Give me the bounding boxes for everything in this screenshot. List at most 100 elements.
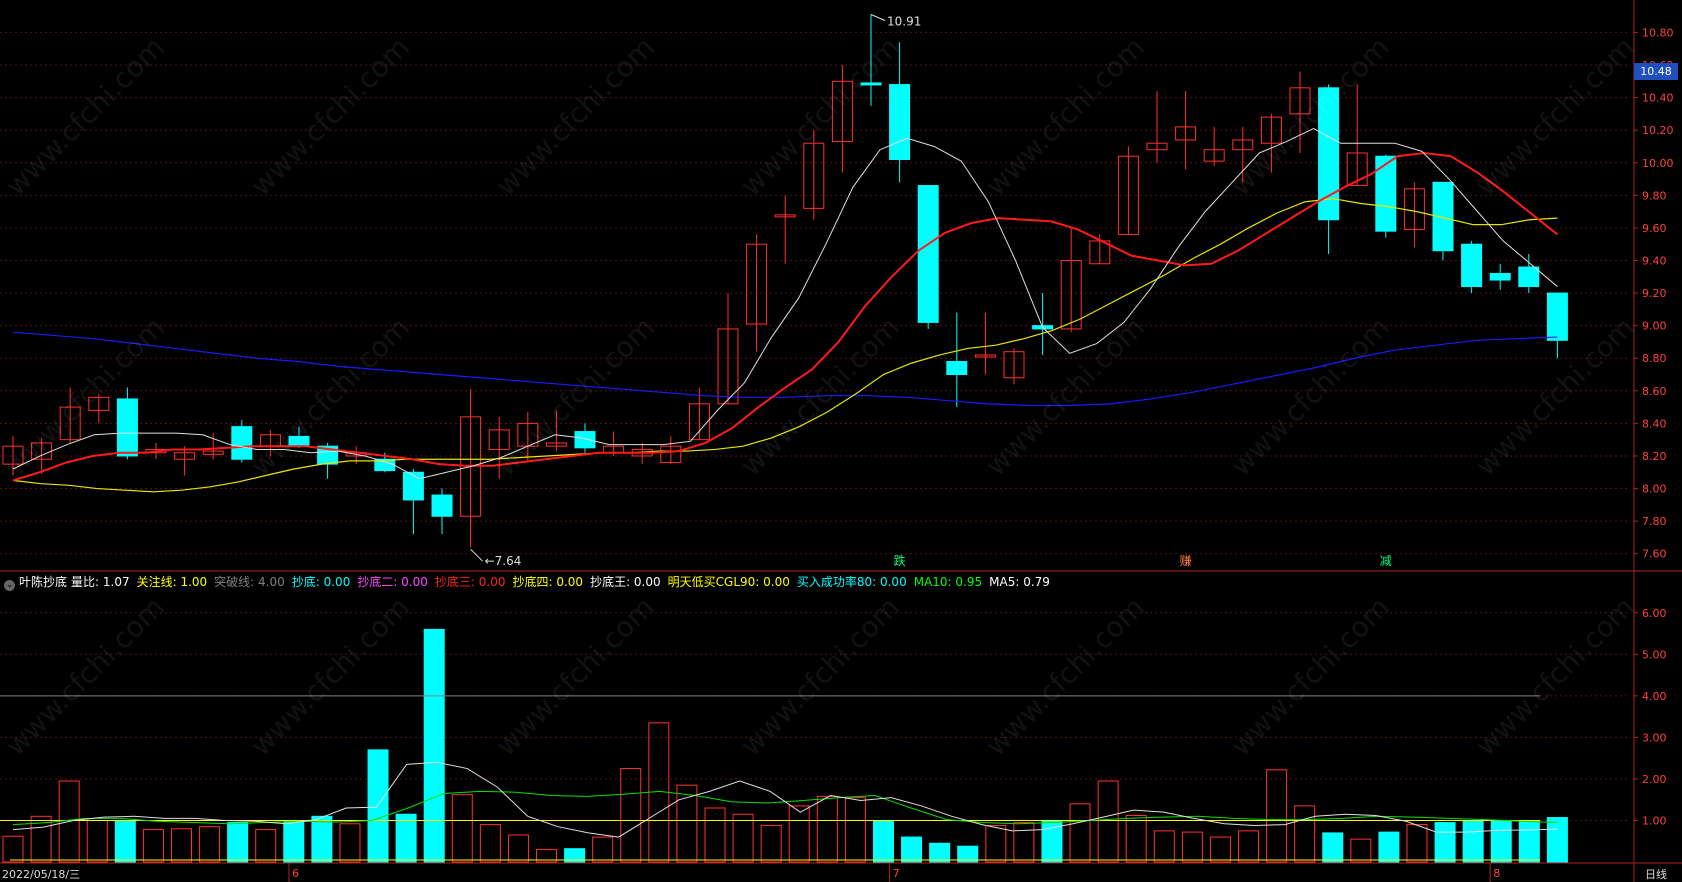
indicator-name: 叶陈抄底 [19, 575, 68, 589]
indicator-item: 抄底二: 0.00 [357, 575, 428, 589]
volume-bar [451, 794, 473, 863]
price-tick-label: 9.20 [1642, 287, 1667, 300]
volume-bar [929, 842, 951, 863]
price-tick-label: 7.60 [1642, 548, 1667, 561]
volume-bar [1097, 780, 1119, 863]
volume-group [2, 628, 1568, 863]
candle-body [231, 426, 253, 460]
volume-bar [1462, 820, 1484, 863]
volume-bar [142, 829, 164, 863]
volume-bar [592, 836, 614, 863]
volume-bar [620, 768, 642, 863]
volume-bar [423, 628, 445, 863]
volume-bar [255, 829, 277, 863]
volume-bar [1490, 819, 1512, 863]
volume-tick-label: 1.00 [1642, 814, 1667, 827]
low-pointer [470, 548, 483, 562]
price-tick-label: 9.40 [1642, 254, 1667, 267]
indicator-item: 抄底三: 0.00 [434, 575, 506, 589]
indicator-item: 买入成功率80: 0.00 [796, 575, 907, 589]
volume-bar [1546, 817, 1568, 863]
volume-bar [760, 824, 782, 863]
volume-bar [367, 749, 389, 863]
volume-bar [1406, 824, 1428, 863]
volume-bar [1013, 822, 1035, 863]
volume-bar [507, 834, 529, 863]
month-label: 6 [292, 867, 299, 880]
volume-bar [395, 813, 417, 863]
volume-bar [816, 795, 838, 863]
indicator-item: MA10: 0.95 [913, 575, 983, 589]
volume-bar [2, 835, 24, 863]
price-tick-label: 10.00 [1642, 157, 1674, 170]
volume-bar [901, 836, 923, 863]
vol-ma10-line [12, 790, 1558, 826]
volume-bar [199, 826, 221, 863]
candle-body [1518, 266, 1540, 288]
ma60-line [12, 331, 1558, 407]
volume-bar [1434, 822, 1456, 863]
candle-body [402, 471, 424, 501]
low-label: ←7.64 [485, 554, 522, 568]
candle-body [946, 360, 968, 376]
indicator-item: 明天低买CGL90: 0.00 [667, 575, 790, 589]
volume-bar [479, 824, 501, 863]
indicator-item: 抄底四: 0.00 [512, 575, 584, 589]
volume-bar [170, 828, 192, 863]
volume-bar [732, 813, 754, 863]
price-tick-label: 8.00 [1642, 483, 1667, 496]
volume-bar [788, 805, 810, 863]
volume-bar [283, 820, 305, 863]
price-tick-label: 9.80 [1642, 189, 1667, 202]
candle-body [1489, 273, 1511, 281]
volume-tick-label: 6.00 [1642, 607, 1667, 620]
volume-bar [1125, 814, 1147, 863]
signal-marker: 跌 [894, 553, 906, 568]
indicator-item: 量比: 1.07 [71, 575, 130, 589]
date-label: 2022/05/18/三 [2, 868, 81, 881]
candle-body [860, 82, 882, 86]
candle-body [1375, 155, 1397, 232]
volume-bar [844, 797, 866, 863]
candles-group [2, 14, 1568, 548]
price-tick-label: 9.00 [1642, 320, 1667, 333]
volume-tick-label: 2.00 [1642, 773, 1667, 786]
current-price-tag: 10.48 [1634, 63, 1678, 80]
candle-body [889, 84, 911, 160]
period-label[interactable]: 日线 [1645, 866, 1667, 882]
month-label: 7 [893, 867, 900, 880]
volume-bar [114, 819, 136, 863]
volume-bar [1181, 831, 1203, 863]
high-label: 10.91 [887, 15, 921, 29]
indicator-header: ⌄ 叶陈抄底 量比: 1.07 关注线: 1.00 突破线: 4.00 抄底: 0.00 抄… [0, 572, 1630, 592]
volume-bar [1209, 836, 1231, 863]
price-tick-label: 8.20 [1642, 450, 1667, 463]
volume-tick-label: 5.00 [1642, 648, 1667, 661]
indicator-item: MA5: 0.79 [989, 575, 1050, 589]
collapse-icon[interactable]: ⌄ [4, 580, 15, 591]
candle-body [1546, 292, 1568, 341]
price-tick-label: 10.20 [1642, 124, 1674, 137]
candle-body [288, 435, 310, 447]
volume-bar [1378, 831, 1400, 863]
volume-bar [1266, 769, 1288, 863]
volume-bar [1322, 832, 1344, 863]
kline-chart[interactable]: 7.60 7.80 8.00 8.20 8.40 8.60 8.80 9.00 9.20 9.40… [0, 0, 1682, 882]
volume-bar [227, 822, 249, 863]
price-tick-label: 9.60 [1642, 222, 1667, 235]
month-label: 8 [1493, 867, 1500, 880]
volume-bar [311, 815, 333, 863]
price-tick-label: 10.80 [1642, 26, 1674, 39]
volume-bar [704, 807, 726, 863]
indicator-item: 突破线: 4.00 [214, 575, 285, 589]
candle-body [917, 185, 939, 323]
price-tick-label: 8.40 [1642, 417, 1667, 430]
candle-body [1461, 243, 1483, 288]
indicator-values: 量比: 1.07 关注线: 1.00 突破线: 4.00 抄底: 0.00 抄底二: 0… [71, 575, 1057, 589]
indicator-item: 关注线: 1.00 [136, 575, 208, 589]
price-tick-label: 10.40 [1642, 92, 1674, 105]
candle-body [116, 398, 138, 457]
price-tick-label: 8.60 [1642, 385, 1667, 398]
price-tick-label: 7.80 [1642, 515, 1667, 528]
volume-bar [339, 823, 361, 863]
